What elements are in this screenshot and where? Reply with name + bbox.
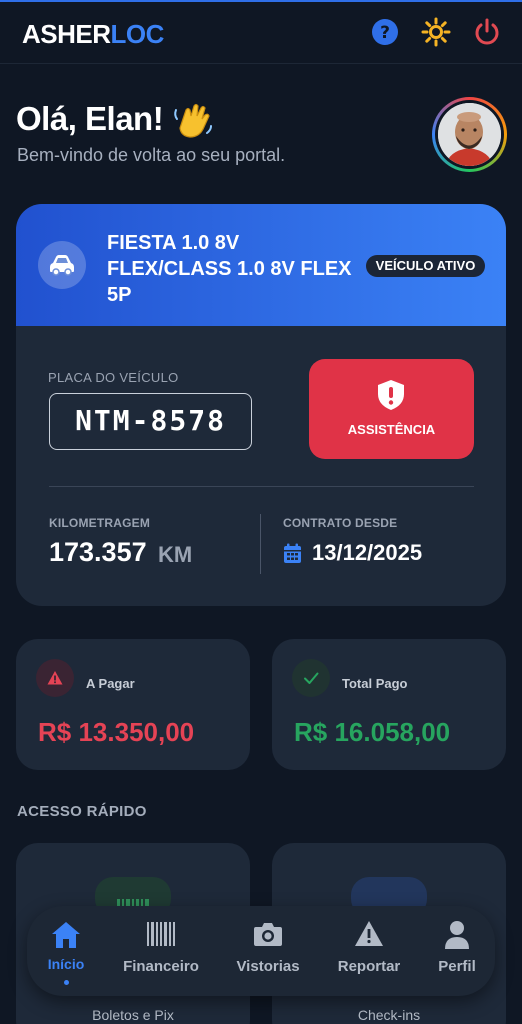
nav-item-reportar[interactable]: Reportar (327, 906, 411, 996)
nav-label: Vistorias (236, 958, 300, 975)
nav-item-perfil[interactable]: Perfil (429, 906, 485, 996)
nav-label: Reportar (337, 958, 401, 975)
home-icon (52, 922, 80, 948)
calendar-icon (284, 543, 301, 563)
warning-icon (36, 659, 74, 697)
assistance-label: ASSISTÊNCIA (347, 422, 436, 437)
barcode-icon (147, 922, 175, 946)
power-icon[interactable] (472, 17, 502, 47)
waving-hand-icon (172, 100, 214, 142)
active-indicator (64, 980, 69, 985)
nav-item-inicio[interactable]: Início (35, 906, 97, 996)
mileage-unit: KM (158, 542, 193, 567)
warning-icon (355, 921, 383, 946)
total-paid-value: R$ 16.058,00 (294, 717, 451, 747)
divider (49, 486, 474, 487)
plate-label: PLACA DO VEÍCULO (48, 370, 179, 385)
nav-label: Financeiro (123, 958, 199, 975)
bottom-nav: Início Financeiro Vistorias Reportar Per… (27, 906, 495, 996)
contract-since-label: CONTRATO DESDE (283, 516, 398, 530)
svg-text:?: ? (380, 23, 390, 43)
to-pay-value: R$ 13.350,00 (38, 717, 195, 747)
user-icon (445, 921, 469, 949)
greeting-subtitle: Bem-vindo de volta ao seu portal. (17, 145, 286, 165)
greeting-title: Olá, Elan! (16, 100, 164, 137)
total-paid-card[interactable]: Total Pago R$ 16.058,00 (272, 639, 506, 770)
brand-logo[interactable]: ASHERLOC (22, 19, 164, 50)
quick-access-label: Check-ins (357, 1007, 421, 1023)
camera-icon (254, 923, 282, 946)
nav-item-financeiro[interactable]: Financeiro (115, 906, 207, 996)
nav-label: Perfil (438, 958, 476, 975)
mileage-label: KILOMETRAGEM (49, 516, 151, 530)
brand-part2: LOC (110, 19, 165, 49)
avatar-photo (438, 103, 501, 166)
top-bar: ASHERLOC ? (0, 0, 522, 64)
quick-access-title: ACESSO RÁPIDO (17, 803, 147, 820)
vehicle-card-header: FIESTA 1.0 8V FLEX/CLASS 1.0 8V FLEX 5P … (16, 204, 506, 326)
mileage-value: 173.357 (49, 537, 147, 567)
quick-access-label: Boletos e Pix (92, 1007, 174, 1023)
check-icon (292, 659, 330, 697)
sun-icon[interactable] (421, 17, 451, 47)
to-pay-label: A Pagar (86, 676, 135, 691)
avatar[interactable] (432, 97, 507, 172)
total-paid-label: Total Pago (342, 676, 408, 691)
nav-label: Início (47, 956, 85, 972)
vehicle-model: FIESTA 1.0 8V FLEX/CLASS 1.0 8V FLEX 5P (107, 232, 352, 306)
status-badge: VEÍCULO ATIVO (366, 255, 485, 277)
license-plate: NTM-8578 (49, 393, 252, 450)
assistance-button[interactable]: ASSISTÊNCIA (309, 359, 474, 459)
brand-part1: ASHER (22, 19, 111, 49)
help-icon[interactable]: ? (370, 17, 400, 47)
car-icon (38, 241, 86, 289)
nav-item-vistorias[interactable]: Vistorias (227, 906, 309, 996)
vehicle-card: FIESTA 1.0 8V FLEX/CLASS 1.0 8V FLEX 5P … (16, 204, 506, 606)
to-pay-card[interactable]: A Pagar R$ 13.350,00 (16, 639, 250, 770)
vertical-divider (260, 514, 261, 574)
contract-since-value: 13/12/2025 (312, 540, 423, 565)
shield-alert-icon (378, 380, 404, 410)
